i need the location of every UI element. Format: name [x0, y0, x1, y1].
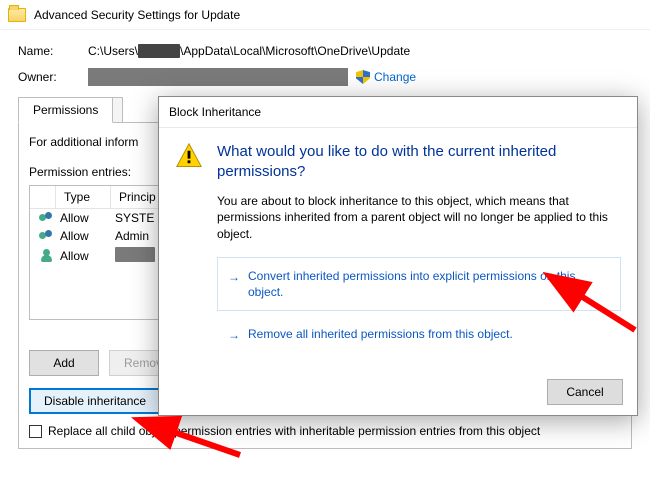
tab-permissions-label: Permissions — [33, 103, 98, 117]
warning-icon — [175, 142, 203, 357]
col-type[interactable]: Type — [56, 186, 111, 208]
row-type: Allow — [60, 229, 115, 243]
cancel-button[interactable]: Cancel — [547, 379, 623, 405]
users-icon — [39, 230, 55, 242]
redacted-owner — [88, 68, 348, 86]
disable-inheritance-label: Disable inheritance — [44, 394, 146, 408]
window-titlebar: Advanced Security Settings for Update — [0, 0, 650, 30]
user-icon — [40, 249, 54, 263]
object-path: C:\Users\ \AppData\Local\Microsoft\OneDr… — [88, 44, 410, 58]
arrow-right-icon: → — [228, 327, 240, 343]
option-convert-label: Convert inherited permissions into expli… — [248, 269, 575, 299]
window-title: Advanced Security Settings for Update — [34, 8, 240, 22]
change-owner-link[interactable]: Change — [374, 70, 416, 84]
row-type: Allow — [60, 211, 115, 225]
users-icon — [39, 212, 55, 224]
tab-permissions[interactable]: Permissions — [18, 97, 113, 123]
add-button-label: Add — [53, 356, 74, 370]
option-remove[interactable]: → Remove all inherited permissions from … — [217, 315, 621, 353]
checkbox-box[interactable] — [29, 425, 42, 438]
block-inheritance-dialog: Block Inheritance What would you like to… — [158, 96, 638, 416]
option-remove-label: Remove all inherited permissions from th… — [248, 327, 513, 341]
row-type: Allow — [60, 249, 115, 263]
dialog-question: What would you like to do with the curre… — [217, 142, 621, 183]
disable-inheritance-button[interactable]: Disable inheritance — [29, 388, 161, 414]
option-convert[interactable]: → Convert inherited permissions into exp… — [217, 257, 621, 311]
redacted-principal — [115, 247, 155, 262]
name-label: Name: — [18, 44, 88, 58]
redacted-username — [138, 44, 180, 58]
cancel-button-label: Cancel — [566, 385, 603, 399]
replace-children-checkbox[interactable]: Replace all child object permission entr… — [29, 424, 621, 438]
folder-icon — [8, 8, 26, 22]
shield-icon — [356, 70, 370, 84]
path-prefix: C:\Users\ — [88, 44, 138, 58]
path-suffix: \AppData\Local\Microsoft\OneDrive\Update — [180, 44, 410, 58]
owner-label: Owner: — [18, 70, 88, 84]
tab-other[interactable] — [113, 97, 123, 123]
checkbox-label: Replace all child object permission entr… — [48, 424, 540, 438]
dialog-description: You are about to block inheritance to th… — [217, 193, 621, 243]
add-button[interactable]: Add — [29, 350, 99, 376]
arrow-right-icon: → — [228, 269, 240, 285]
dialog-title: Block Inheritance — [159, 97, 637, 128]
